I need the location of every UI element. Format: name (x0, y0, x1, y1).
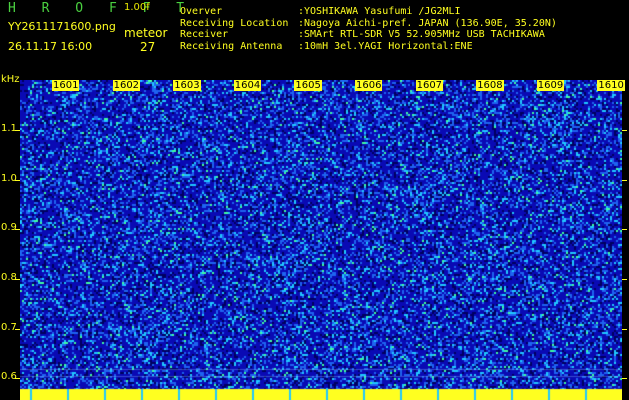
minute-label-1605: 1605 (294, 80, 322, 91)
minute-label-1601: 1601 (52, 80, 80, 91)
receiver-row: Receiver :SMArt RTL-SDR V5 52.905MHz USB … (180, 29, 557, 41)
frequency-tick-label: 1.1 (1, 123, 17, 134)
station-info: Overver :YOSHIKAWA Yasufumi /JG2MLI Recei… (180, 6, 557, 52)
antenna-label: Receiving Antenna (180, 40, 283, 52)
meteor-label: meteor (124, 26, 168, 40)
frequency-tick-label: 0.8 (1, 272, 17, 283)
minute-label-1602: 1602 (112, 80, 141, 91)
location-value: :Nagoya Aichi-pref. JAPAN (136.90E, 35.2… (298, 17, 557, 29)
frequency-axis-right (622, 80, 629, 400)
version-label: 1.00f (124, 2, 150, 13)
minute-label-1606: 1606 (355, 80, 383, 91)
frequency-tick (15, 130, 20, 131)
frequency-tick-right (622, 329, 627, 330)
filename-label: YY2611171600.png (8, 20, 116, 33)
minute-label-1609: 1609 (536, 80, 565, 91)
app-title: H R O F F T (8, 1, 194, 16)
frequency-tick-right (622, 378, 627, 379)
antenna-value: :10mH 3el.YAGI Horizontal:ENE (298, 40, 473, 52)
frequency-tick-label: 0.7 (1, 322, 17, 333)
frequency-tick-label: 1.0 (1, 173, 17, 184)
location-label: Receiving Location (180, 17, 289, 29)
frequency-tick (15, 229, 20, 230)
frequency-tick (15, 279, 20, 280)
frequency-tick (15, 180, 20, 181)
frequency-axis: 1.1 1.0 0.9 0.8 0.7 0.6 (0, 80, 20, 400)
receiver-label: Receiver (180, 29, 229, 40)
frequency-tick-label: 0.6 (1, 371, 17, 382)
minute-label-1610: 1610 (597, 80, 625, 91)
frequency-tick-right (622, 279, 627, 280)
frequency-tick (15, 378, 20, 379)
frequency-tick-right (622, 130, 627, 131)
minute-label-1603: 1603 (173, 80, 201, 91)
location-row: Receiving Location :Nagoya Aichi-pref. JA… (180, 18, 557, 30)
observer-value: :YOSHIKAWA Yasufumi /JG2MLI (298, 6, 461, 17)
frequency-tick-right (622, 229, 627, 230)
minute-label-1608: 1608 (476, 80, 504, 91)
minute-label-1604: 1604 (233, 80, 262, 91)
minute-label-1607: 1607 (415, 80, 444, 91)
frequency-tick-right (622, 180, 627, 181)
antenna-row: Receiving Antenna :10mH 3el.YAGI Horizont… (180, 41, 557, 53)
datetime-label: 26.11.17 16:00 (8, 40, 93, 53)
meteor-count: 27 (140, 40, 156, 54)
frequency-tick-label: 0.9 (1, 222, 17, 233)
observer-row: Overver :YOSHIKAWA Yasufumi /JG2MLI (180, 6, 557, 18)
receiver-value: :SMArt RTL-SDR V5 52.905MHz USB TACHIKAW… (298, 29, 545, 40)
frequency-tick (15, 329, 20, 330)
spectrogram-canvas (20, 80, 622, 400)
observer-label: Overver (180, 6, 223, 17)
